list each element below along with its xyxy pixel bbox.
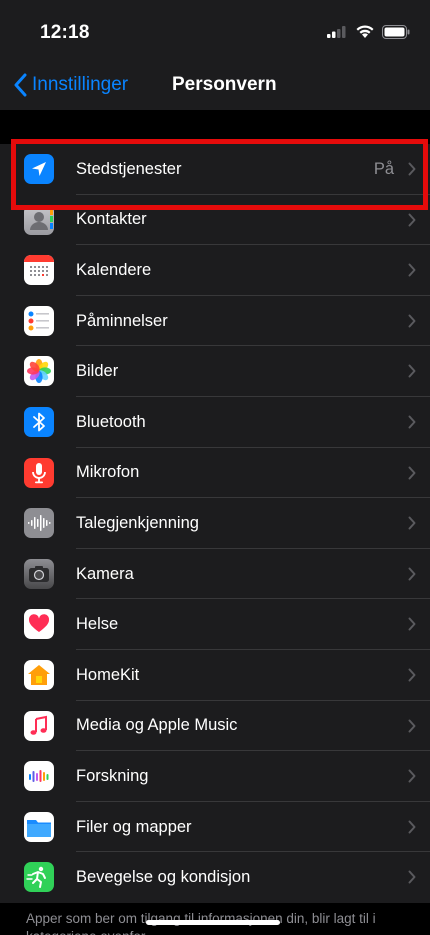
chevron-right-icon [408, 314, 416, 328]
microphone-icon [24, 457, 54, 488]
row-homekit[interactable]: HomeKit [0, 650, 430, 701]
chevron-right-icon [408, 769, 416, 783]
row-label: Stedstjenester [76, 159, 182, 178]
chevron-right-icon [408, 263, 416, 277]
row-label: Helse [76, 615, 119, 634]
row-media-apple-music[interactable]: Media og Apple Music [0, 701, 430, 752]
back-button-label: Innstillinger [32, 74, 129, 95]
chevron-right-icon [408, 415, 416, 429]
row-contacts[interactable]: Kontakter [0, 195, 430, 246]
row-label: Kalendere [76, 260, 152, 279]
folder-icon [24, 811, 54, 842]
contacts-icon [24, 204, 54, 235]
home-indicator[interactable] [146, 920, 280, 925]
row-speech-recognition[interactable]: Talegjenkjenning [0, 498, 430, 549]
bluetooth-icon [24, 406, 54, 437]
chevron-right-icon [408, 719, 416, 733]
row-label: Mikrofon [76, 463, 140, 482]
row-label: Kamera [76, 564, 134, 583]
row-label: Bevegelse og kondisjon [76, 868, 251, 887]
privacy-list: Stedstjenester På Kontakter Kalendere På… [0, 144, 430, 903]
row-label: HomeKit [76, 665, 140, 684]
row-research[interactable]: Forskning [0, 751, 430, 802]
row-bluetooth[interactable]: Bluetooth [0, 397, 430, 448]
chevron-left-icon [14, 73, 27, 97]
homekit-icon [24, 659, 54, 690]
row-label: Påminnelser [76, 311, 168, 330]
photos-icon [24, 356, 54, 387]
navigation-bar: Innstillinger Personvern [0, 62, 430, 110]
row-calendars[interactable]: Kalendere [0, 245, 430, 296]
reminders-icon [24, 305, 54, 336]
row-reminders[interactable]: Påminnelser [0, 296, 430, 347]
research-icon [24, 761, 54, 792]
page-title: Personvern [172, 74, 277, 95]
row-label: Media og Apple Music [76, 716, 238, 735]
row-label: Kontakter [76, 210, 147, 229]
row-label: Bilder [76, 362, 119, 381]
screen: 12:18 Innstillinger Personvern Stedstjen… [0, 0, 430, 935]
chevron-right-icon [408, 162, 416, 176]
back-button[interactable]: Innstillinger [14, 70, 128, 100]
row-location-services[interactable]: Stedstjenester På [0, 144, 430, 195]
row-label: Forskning [76, 766, 149, 785]
motion-fitness-icon [24, 862, 54, 893]
status-icons [326, 24, 410, 39]
chevron-right-icon [408, 617, 416, 631]
chevron-right-icon [408, 870, 416, 884]
row-label: Talegjenkjenning [76, 513, 199, 532]
row-files-folders[interactable]: Filer og mapper [0, 802, 430, 853]
music-icon [24, 710, 54, 741]
wifi-icon [356, 25, 374, 38]
chevron-right-icon [408, 567, 416, 581]
calendar-icon [24, 255, 54, 286]
row-microphone[interactable]: Mikrofon [0, 448, 430, 499]
camera-icon [24, 558, 54, 589]
row-camera[interactable]: Kamera [0, 549, 430, 600]
battery-icon [382, 24, 410, 39]
cellular-signal-icon [327, 25, 346, 38]
row-label: Bluetooth [76, 412, 146, 431]
health-heart-icon [24, 609, 54, 640]
speech-recognition-icon [24, 508, 54, 539]
chevron-right-icon [408, 466, 416, 480]
row-label: Filer og mapper [76, 817, 192, 836]
chevron-right-icon [408, 364, 416, 378]
status-time: 12:18 [40, 22, 90, 43]
chevron-right-icon [408, 516, 416, 530]
row-photos[interactable]: Bilder [0, 346, 430, 397]
chevron-right-icon [408, 668, 416, 682]
status-bar: 12:18 [0, 0, 430, 62]
row-health[interactable]: Helse [0, 599, 430, 650]
chevron-right-icon [408, 213, 416, 227]
chevron-right-icon [408, 820, 416, 834]
row-value: På [373, 159, 394, 178]
row-motion-fitness[interactable]: Bevegelse og kondisjon [0, 852, 430, 903]
location-arrow-icon [24, 154, 54, 184]
